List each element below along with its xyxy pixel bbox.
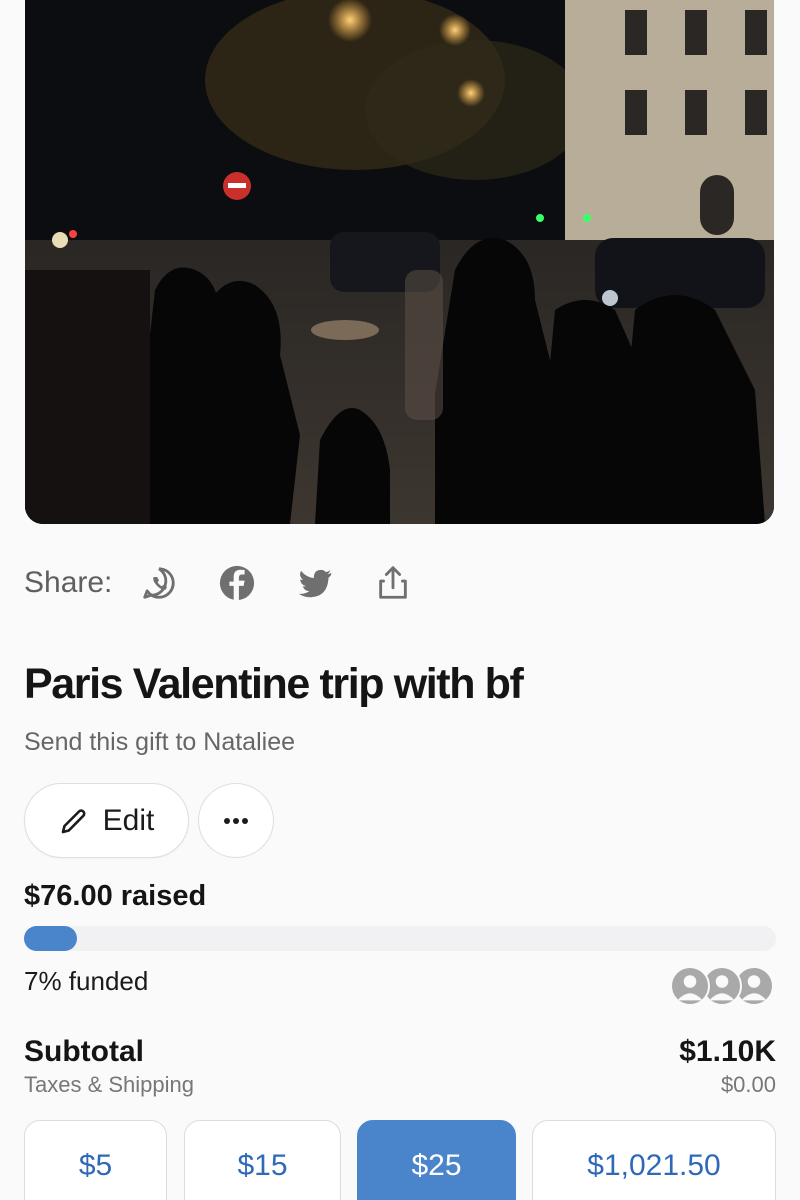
funding-progress-bar — [24, 926, 776, 951]
more-dots-icon — [224, 817, 248, 824]
contributor-avatars[interactable] — [670, 966, 774, 1006]
amount-option-remaining[interactable]: $1,021.50 — [532, 1120, 776, 1200]
funding-progress-fill — [24, 926, 77, 951]
edit-button[interactable]: Edit — [24, 783, 189, 858]
avatar — [670, 966, 710, 1006]
twitter-icon[interactable] — [294, 562, 336, 604]
amount-option-label: $25 — [411, 1149, 462, 1182]
facebook-icon[interactable] — [216, 562, 258, 604]
taxes-shipping-value: $0.00 — [720, 1072, 776, 1097]
gift-title: Paris Valentine trip with bf — [24, 660, 524, 708]
share-row: Share: — [24, 560, 450, 606]
amount-option-15[interactable]: $15 — [184, 1120, 341, 1200]
more-options-button[interactable] — [198, 783, 274, 858]
gift-page: Share: Paris Valentine trip with bf Send… — [0, 0, 800, 1200]
pencil-icon — [61, 808, 86, 833]
amount-option-label: $1,021.50 — [587, 1149, 721, 1182]
amount-option-label: $5 — [78, 1149, 113, 1182]
gift-photo — [25, 0, 774, 524]
amount-raised: $76.00 raised — [24, 880, 207, 912]
amount-option-25[interactable]: $25 — [357, 1120, 516, 1200]
amount-option-label: $15 — [237, 1149, 288, 1182]
funded-percent: 7% funded — [24, 966, 149, 996]
gift-subtitle: Send this gift to Nataliee — [24, 728, 295, 756]
subtotal-value: $1.10K — [679, 1035, 776, 1068]
taxes-shipping-label: Taxes & Shipping — [24, 1072, 194, 1097]
subtotal-label: Subtotal — [24, 1035, 144, 1068]
share-label: Share: — [24, 566, 113, 599]
whatsapp-icon[interactable] — [138, 562, 180, 604]
share-icon[interactable] — [372, 562, 414, 604]
amount-option-5[interactable]: $5 — [24, 1120, 167, 1200]
edit-button-label: Edit — [102, 803, 155, 837]
